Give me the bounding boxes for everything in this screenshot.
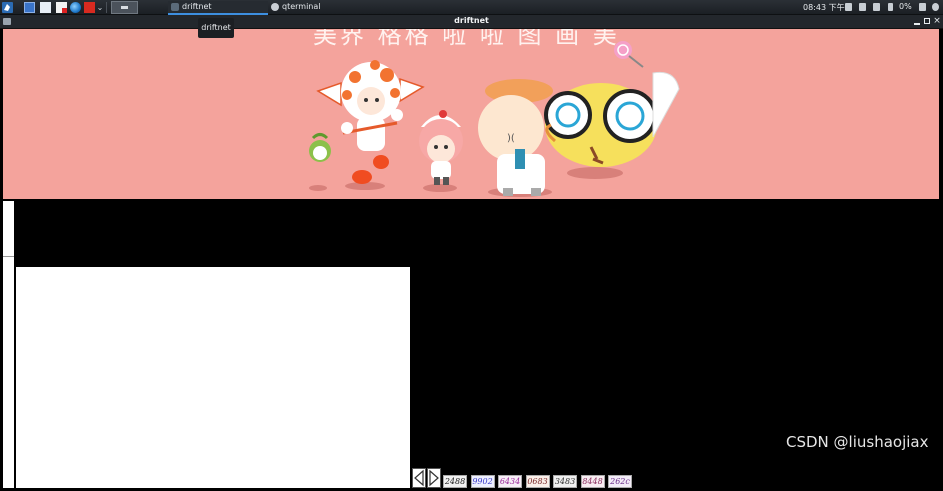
minimize-button[interactable]	[913, 17, 921, 25]
captcha-image: 262c	[608, 475, 632, 488]
driftnet-viewport: 美界 格格 啦 啦 图 画 美)(2488 9902 6434 0683 3…	[0, 29, 943, 491]
text-editor-icon[interactable]	[56, 2, 67, 13]
screen-icon[interactable]	[845, 3, 852, 11]
task-qterminal[interactable]: qterminal	[268, 1, 368, 15]
app-icon	[171, 3, 179, 11]
taskbar: ⌄ driftnet qterminal 08:43 下午 0%	[0, 0, 943, 15]
captcha-image: 8448	[580, 475, 605, 488]
svg-text:)(: )(	[507, 133, 515, 144]
workspace-switcher[interactable]	[111, 1, 138, 14]
lock-icon[interactable]	[919, 3, 926, 11]
menu-icon[interactable]	[2, 2, 13, 13]
task-label: qterminal	[282, 2, 321, 11]
captured-banner-image: 美界 格格 啦 啦 图 画 美)(	[3, 29, 939, 199]
captcha-image: 3483	[553, 475, 577, 488]
captcha-image: 2488	[443, 475, 467, 488]
notification-icon[interactable]	[873, 3, 880, 11]
power-icon[interactable]	[932, 3, 939, 11]
tooltip: driftnet	[198, 18, 234, 38]
browser-icon[interactable]	[70, 2, 81, 13]
cartoon-characters-illustration: )(	[309, 41, 680, 197]
maximize-button[interactable]	[923, 17, 931, 25]
task-label: driftnet	[182, 2, 212, 11]
next-arrow-image	[427, 468, 441, 488]
volume-icon[interactable]	[859, 3, 866, 11]
battery-percent: 0%	[899, 2, 912, 11]
clock[interactable]: 08:43 下午	[803, 2, 845, 13]
flag-icon[interactable]	[84, 2, 95, 13]
workspace-icon[interactable]	[24, 2, 35, 13]
battery-icon[interactable]	[888, 3, 893, 11]
previous-arrow-image	[412, 468, 426, 488]
captcha-image: 9902	[470, 475, 495, 488]
captcha-image: 6434	[498, 475, 522, 488]
task-driftnet[interactable]: driftnet	[168, 1, 268, 15]
watermark: CSDN @liushaojiax	[786, 433, 929, 451]
captured-image-blank	[16, 267, 410, 488]
chevron-down-icon[interactable]: ⌄	[96, 2, 104, 13]
terminal-icon	[271, 3, 279, 11]
file-manager-icon[interactable]	[40, 2, 51, 13]
window-title: driftnet	[454, 16, 489, 25]
taskbar-separator	[106, 2, 107, 13]
captured-image-strip	[3, 201, 14, 488]
window-titlebar[interactable]: driftnet ×	[0, 15, 943, 29]
close-button[interactable]: ×	[933, 17, 941, 26]
captcha-image: 0683	[525, 475, 550, 488]
